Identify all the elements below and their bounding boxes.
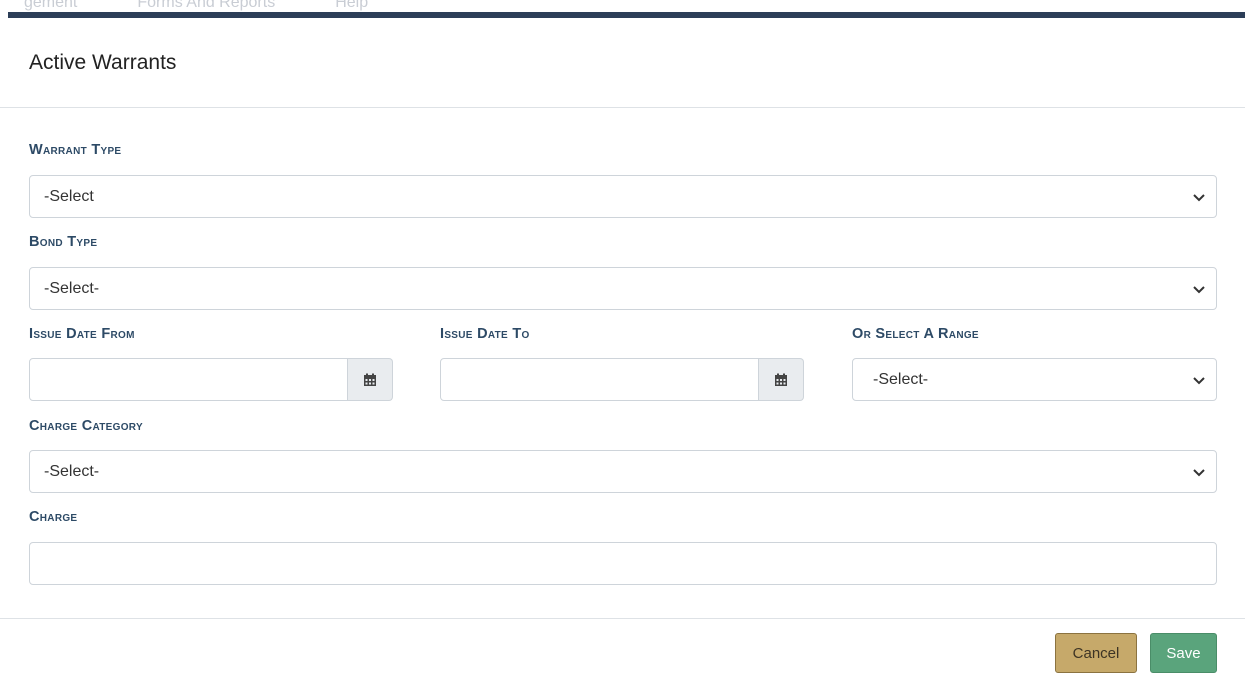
warrant-type-label: Warrant Type [29,142,122,158]
issue-date-to-input[interactable] [440,358,759,401]
chevron-down-icon [1193,285,1205,293]
issue-date-from-input[interactable] [29,358,348,401]
modal-title: Active Warrants [29,51,177,74]
issue-date-from-label: Issue Date From [29,326,135,342]
calendar-icon [775,373,787,386]
modal-footer-divider [0,618,1245,619]
range-label: Or Select A Range [852,326,979,342]
top-navigation-remnant: gement Forms And Reports Help [0,0,1245,18]
top-nav-menu: gement Forms And Reports Help [24,0,368,12]
issue-date-to-calendar-button[interactable] [759,358,804,401]
save-button[interactable]: Save [1150,633,1217,673]
chevron-down-icon [1193,468,1205,476]
range-select[interactable]: -Select- [852,358,1217,401]
top-nav-item-management[interactable]: gement [24,0,77,12]
modal-header: Active Warrants [0,18,1245,108]
bond-type-label: Bond Type [29,234,98,250]
chevron-down-icon [1193,376,1205,384]
calendar-icon [364,373,376,386]
warrant-type-value: -Select [44,187,94,205]
charge-category-value: -Select- [44,462,100,480]
top-nav-item-forms-and-reports[interactable]: Forms And Reports [137,0,275,12]
charge-category-label: Charge Category [29,418,143,434]
top-nav-item-help[interactable]: Help [335,0,368,12]
issue-date-from-calendar-button[interactable] [348,358,393,401]
active-warrants-modal: Active Warrants Warrant Type -Select Bon… [0,18,1245,689]
warrant-type-select[interactable]: -Select [29,175,1217,218]
issue-date-to-label: Issue Date To [440,326,530,342]
bond-type-value: -Select- [44,279,100,297]
charge-input[interactable] [29,542,1217,585]
cancel-button[interactable]: Cancel [1055,633,1137,673]
range-value: -Select- [873,370,929,388]
charge-category-select[interactable]: -Select- [29,450,1217,493]
bond-type-select[interactable]: -Select- [29,267,1217,310]
chevron-down-icon [1193,193,1205,201]
charge-label: Charge [29,509,78,525]
